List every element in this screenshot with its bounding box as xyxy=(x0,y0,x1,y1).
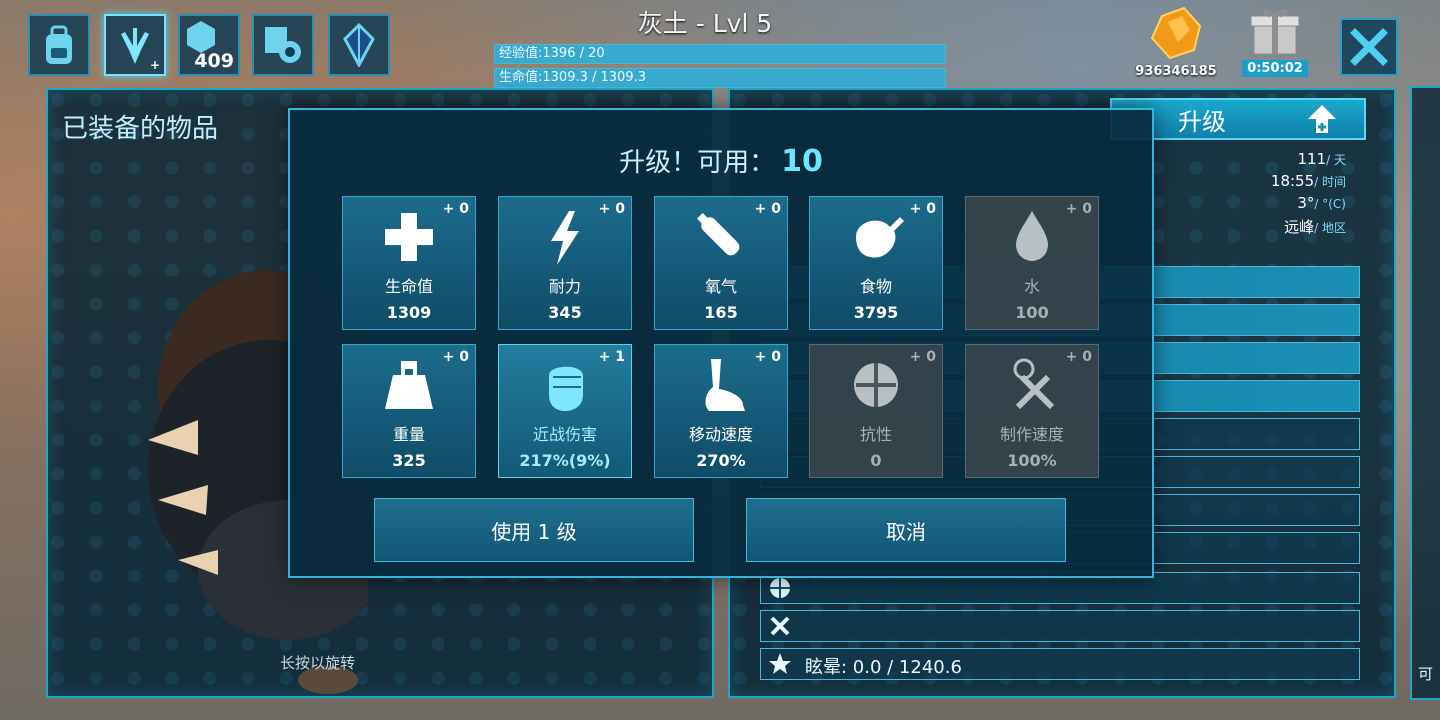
crafting-tab[interactable] xyxy=(252,14,314,76)
crafting-gear-icon xyxy=(265,27,301,63)
gift-timer: 0:50:02 xyxy=(1242,60,1308,77)
stat-value: 100% xyxy=(1007,451,1057,470)
stat-points-added: + 0 xyxy=(1065,201,1092,217)
water-drop-icon xyxy=(1016,211,1048,261)
stat-name: 生命值 xyxy=(384,277,433,296)
stat-name: 耐力 xyxy=(548,277,581,296)
stat-points-added: + 0 xyxy=(442,349,469,365)
character-title: 灰土 - Lvl 5 xyxy=(637,9,773,38)
apply-level-button[interactable]: 使用 1 级 xyxy=(374,498,694,562)
engrams-tab[interactable]: 409 xyxy=(178,14,240,76)
level-up-label: 升级 xyxy=(1178,107,1226,136)
env-time: 18:55/ 时间 xyxy=(1270,172,1346,190)
currency-amount: 936346185 xyxy=(1135,64,1217,79)
fortitude-icon xyxy=(770,578,790,598)
stat-name: 氧气 xyxy=(704,277,737,296)
amber-gem-icon xyxy=(1150,6,1202,60)
stat-value: 345 xyxy=(548,303,582,322)
stat-points-added: + 0 xyxy=(1065,349,1092,365)
engram-points: 409 xyxy=(194,50,234,72)
level-up-arrow-icon xyxy=(1308,105,1336,133)
available-points: 10 xyxy=(781,144,823,179)
level-up-dialog: 升级！可用： 10 + 0 生命值 1309 + 0 耐力 345 + 0 氧气 165 + 0 食物… xyxy=(288,108,1154,578)
stat-name: 重量 xyxy=(392,425,425,444)
crafting-speed-icon xyxy=(770,616,790,636)
stat-value: 1309 xyxy=(386,303,432,322)
torpor-stars-icon xyxy=(769,653,791,674)
stat-value: 100 xyxy=(1015,303,1049,322)
gift-icon xyxy=(1250,9,1300,55)
stat-row-crafting xyxy=(760,610,1360,642)
close-button[interactable] xyxy=(1340,18,1398,76)
fortitude-icon xyxy=(854,363,898,407)
health-bar: 生命值:1309.3 / 1309.3 xyxy=(494,68,946,88)
crafting-speed-icon xyxy=(1013,358,1055,410)
crystal-icon xyxy=(343,23,375,67)
stat-value: 325 xyxy=(392,451,426,470)
equipped-items-title: 已装备的物品 xyxy=(62,114,219,144)
health-cross-icon xyxy=(385,213,433,261)
currency-display[interactable]: 936346185 xyxy=(1134,6,1218,79)
xp-bar: 经验值:1396 / 20 xyxy=(494,44,946,64)
stamina-bolt-icon xyxy=(551,211,579,265)
stat-points-added: + 0 xyxy=(598,201,625,217)
cancel-button[interactable]: 取消 xyxy=(746,498,1066,562)
level-up-dialog-title: 升级！可用： 10 xyxy=(619,144,823,179)
gift-box[interactable]: 0:50:02 xyxy=(1242,6,1308,77)
stat-points-added: + 0 xyxy=(442,201,469,217)
stat-name: 近战伤害 xyxy=(532,425,597,444)
stat-card[interactable]: + 0 氧气 165 xyxy=(654,196,788,330)
stat-value: 0 xyxy=(870,451,882,470)
right-edge-label: 可 xyxy=(1418,665,1434,683)
inventory-tab[interactable] xyxy=(28,14,90,76)
stat-card[interactable]: + 0 生命值 1309 xyxy=(342,196,476,330)
stat-points-added: + 0 xyxy=(754,349,781,365)
stat-name: 水 xyxy=(1023,277,1040,296)
stat-points-added: + 0 xyxy=(909,349,936,365)
stat-row-torpor: 眩晕: 0.0 / 1240.6 xyxy=(760,648,1360,680)
stat-card: + 0 制作速度 100% xyxy=(965,344,1099,478)
stat-value: 165 xyxy=(704,303,738,322)
stat-card[interactable]: + 0 耐力 345 xyxy=(498,196,632,330)
stat-card: + 0 抗性 0 xyxy=(809,344,943,478)
character-header: 灰土 - Lvl 5 经验值:1396 / 20 生命值:1309.3 / 13… xyxy=(494,4,946,88)
health-text: 生命值:1309.3 / 1309.3 xyxy=(499,70,646,85)
stat-name: 抗性 xyxy=(859,425,892,444)
melee-fist-icon xyxy=(549,366,583,411)
stat-name: 移动速度 xyxy=(688,425,753,444)
stat-value: 270% xyxy=(696,451,746,470)
stat-card[interactable]: + 1 近战伤害 217%(9%) xyxy=(498,344,632,478)
oxygen-tank-icon xyxy=(696,212,740,256)
rotate-hint: 长按以旋转 xyxy=(280,654,356,672)
stat-name: 食物 xyxy=(859,277,892,296)
right-edge-panel[interactable]: 可 xyxy=(1410,86,1440,700)
stat-points-added: + 1 xyxy=(598,349,625,365)
stat-name: 制作速度 xyxy=(999,425,1064,444)
env-region: 远峰/ 地区 xyxy=(1284,218,1346,236)
close-icon xyxy=(1350,28,1388,66)
creature-stats-tab[interactable]: + xyxy=(104,14,166,76)
torpor-text: 眩晕: 0.0 / 1240.6 xyxy=(805,657,962,678)
stat-card: + 0 水 100 xyxy=(965,196,1099,330)
stat-value: 3795 xyxy=(853,303,899,322)
stat-value: 217%(9%) xyxy=(519,451,611,470)
backpack-icon xyxy=(46,25,72,64)
env-day: 111/ 天 xyxy=(1297,150,1347,168)
movement-foot-icon xyxy=(705,359,745,411)
stat-points-added: + 0 xyxy=(754,201,781,217)
stat-card[interactable]: + 0 食物 3795 xyxy=(809,196,943,330)
stat-points-added: + 0 xyxy=(909,201,936,217)
xp-text: 经验值:1396 / 20 xyxy=(499,46,605,61)
food-meat-icon xyxy=(856,217,904,258)
tribe-tab[interactable] xyxy=(328,14,390,76)
stat-card[interactable]: + 0 重量 325 xyxy=(342,344,476,478)
weight-icon xyxy=(385,361,433,409)
env-temperature: 3°/ °(C) xyxy=(1297,194,1346,212)
stat-card[interactable]: + 0 移动速度 270% xyxy=(654,344,788,478)
